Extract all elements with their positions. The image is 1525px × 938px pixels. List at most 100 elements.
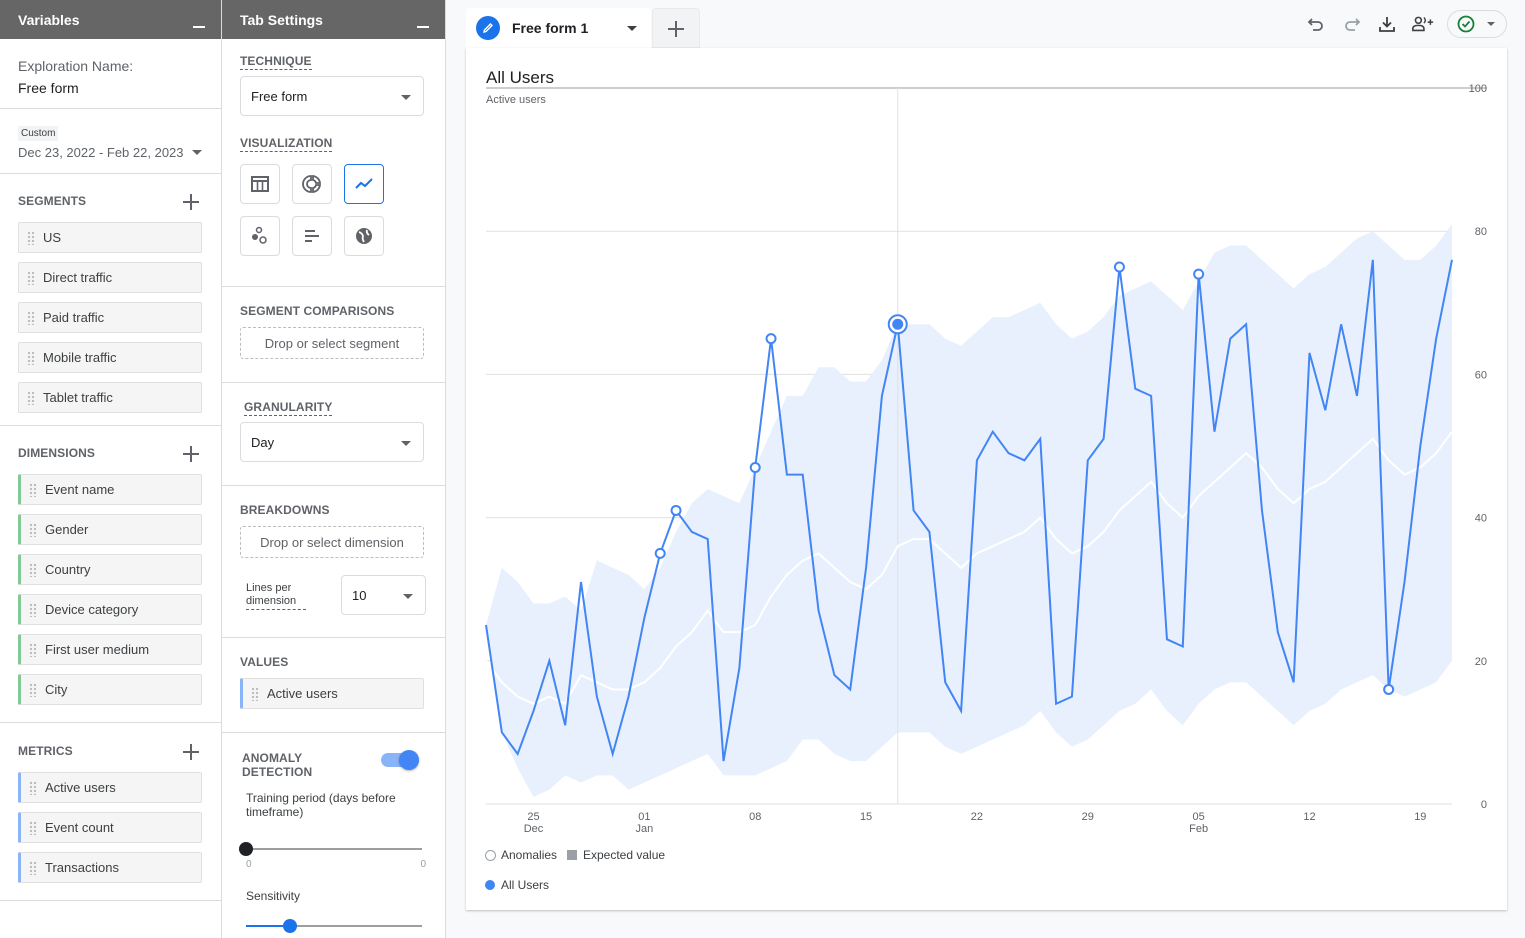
dimension-chip[interactable]: City (18, 674, 202, 705)
legend-all-users[interactable]: All Users (485, 878, 549, 892)
segment-chip-label: Paid traffic (43, 310, 105, 325)
dimension-chip[interactable]: Device category (18, 594, 202, 625)
anomaly-point (1193, 268, 1205, 280)
training-slider-thumb[interactable] (239, 842, 253, 856)
lines-per-dimension-select[interactable]: 10 (341, 575, 426, 615)
viz-donut-button[interactable] (292, 164, 332, 204)
drag-handle-icon[interactable] (29, 820, 37, 835)
technique-section: TECHNIQUE Free form VISUALIZATION (222, 39, 445, 287)
drag-handle-icon[interactable] (29, 482, 37, 497)
breakdown-drop-zone[interactable]: Drop or select dimension (240, 526, 424, 558)
exploration-name-value[interactable]: Free form (18, 80, 203, 96)
dimensions-section: DIMENSIONS Event name Gender Country Device… (0, 426, 221, 723)
granularity-label: GRANULARITY (244, 400, 333, 416)
segment-chip[interactable]: Paid traffic (18, 302, 202, 333)
drag-handle-icon[interactable] (27, 310, 35, 325)
technique-select[interactable]: Free form (240, 76, 424, 116)
chevron-down-icon[interactable] (627, 26, 637, 31)
y-tick-label: 0 (1481, 799, 1487, 811)
anomaly-marker-icon (485, 849, 496, 861)
x-tick-label: 01 (638, 811, 650, 823)
legend-expected[interactable]: Expected value (567, 848, 665, 862)
anomaly-detection-toggle[interactable] (381, 750, 419, 770)
y-tick-label: 60 (1475, 369, 1487, 381)
granularity-select[interactable]: Day (240, 422, 424, 462)
legend-all-users-label: All Users (501, 878, 550, 892)
download-button[interactable] (1375, 12, 1399, 36)
metric-chip[interactable]: Event count (18, 812, 202, 843)
viz-bar-button[interactable] (292, 216, 332, 256)
drag-handle-icon[interactable] (27, 350, 35, 365)
anomaly-point (670, 504, 682, 516)
segment-chip[interactable]: Mobile traffic (18, 342, 202, 373)
drag-handle-icon[interactable] (29, 522, 37, 537)
minimize-tab-settings-button[interactable] (417, 26, 429, 28)
add-dimension-button[interactable] (183, 446, 199, 462)
segment-chip[interactable]: Direct traffic (18, 262, 202, 293)
sensitivity-slider-thumb[interactable] (283, 919, 297, 933)
add-metric-button[interactable] (183, 744, 199, 760)
variables-title: Variables (18, 12, 80, 28)
dimension-chip[interactable]: First user medium (18, 634, 202, 665)
drag-handle-icon[interactable] (27, 270, 35, 285)
granularity-section: GRANULARITY Day (222, 383, 445, 486)
dimension-chip-label: Device category (45, 602, 139, 617)
download-icon (1379, 17, 1395, 32)
dimension-chip-label: Country (45, 562, 91, 577)
drag-handle-icon[interactable] (29, 602, 37, 617)
x-tick-label: 19 (1414, 811, 1426, 823)
sensitivity-slider[interactable] (246, 916, 422, 936)
viz-table-button[interactable] (240, 164, 280, 204)
drag-handle-icon[interactable] (251, 686, 259, 701)
exploration-name-section: Exploration Name: Free form (0, 39, 221, 109)
date-range-picker[interactable]: Custom Dec 23, 2022 - Feb 22, 2023 (0, 109, 221, 174)
expected-value-icon (567, 850, 577, 860)
value-chip[interactable]: Active users (240, 678, 424, 709)
drag-handle-icon[interactable] (29, 860, 37, 875)
dimensions-title: DIMENSIONS (18, 446, 96, 460)
segment-chip[interactable]: Tablet traffic (18, 382, 202, 413)
add-segment-button[interactable] (183, 194, 199, 210)
variables-header: Variables (0, 0, 221, 39)
line-chart[interactable]: All Users Active users 0 20 40 60 80 100 25Dec 01… (466, 48, 1507, 910)
chevron-down-icon (403, 594, 413, 599)
drag-handle-icon[interactable] (29, 780, 37, 795)
share-button[interactable] (1411, 12, 1435, 36)
metric-chip-label: Active users (45, 780, 116, 795)
tab-free-form-1[interactable]: Free form 1 (466, 8, 651, 48)
drag-handle-icon[interactable] (29, 682, 37, 697)
drag-handle-icon[interactable] (29, 562, 37, 577)
minimize-variables-button[interactable] (193, 26, 205, 28)
undo-button[interactable] (1304, 12, 1328, 36)
dimension-chip-label: First user medium (45, 642, 150, 657)
viz-geo-button[interactable] (344, 216, 384, 256)
legend-anomalies[interactable]: Anomalies (485, 848, 557, 862)
redo-button[interactable] (1340, 12, 1364, 36)
breakdowns-label: BREAKDOWNS (240, 503, 330, 517)
y-axis-label: Active users (486, 94, 546, 106)
drag-handle-icon[interactable] (27, 390, 35, 405)
x-tick-month-label: Dec (524, 823, 544, 835)
training-period-slider[interactable] (239, 839, 422, 859)
metric-chip[interactable]: Active users (18, 772, 202, 803)
segment-chip[interactable]: US (18, 222, 202, 253)
chevron-down-icon (191, 150, 202, 155)
drag-handle-icon[interactable] (29, 642, 37, 657)
y-tick-label: 100 (1469, 83, 1487, 95)
values-section: VALUES Active users (222, 638, 445, 733)
granularity-value: Day (251, 434, 275, 450)
redo-icon (1345, 18, 1361, 31)
status-menu-button[interactable] (1447, 10, 1507, 38)
viz-line-button[interactable] (344, 164, 384, 204)
viz-scatter-button[interactable] (240, 216, 280, 256)
technique-value: Free form (251, 88, 308, 104)
dimension-chip[interactable]: Event name (18, 474, 202, 505)
segment-drop-zone[interactable]: Drop or select segment (240, 327, 424, 359)
metric-chip[interactable]: Transactions (18, 852, 202, 883)
add-tab-button[interactable] (652, 8, 700, 48)
dimension-chip[interactable]: Country (18, 554, 202, 585)
drag-handle-icon[interactable] (27, 230, 35, 245)
dimension-chip[interactable]: Gender (18, 514, 202, 545)
main-canvas: Free form 1 All Users Active users 0 20 40 60… (446, 0, 1525, 938)
pencil-icon[interactable] (476, 16, 500, 40)
